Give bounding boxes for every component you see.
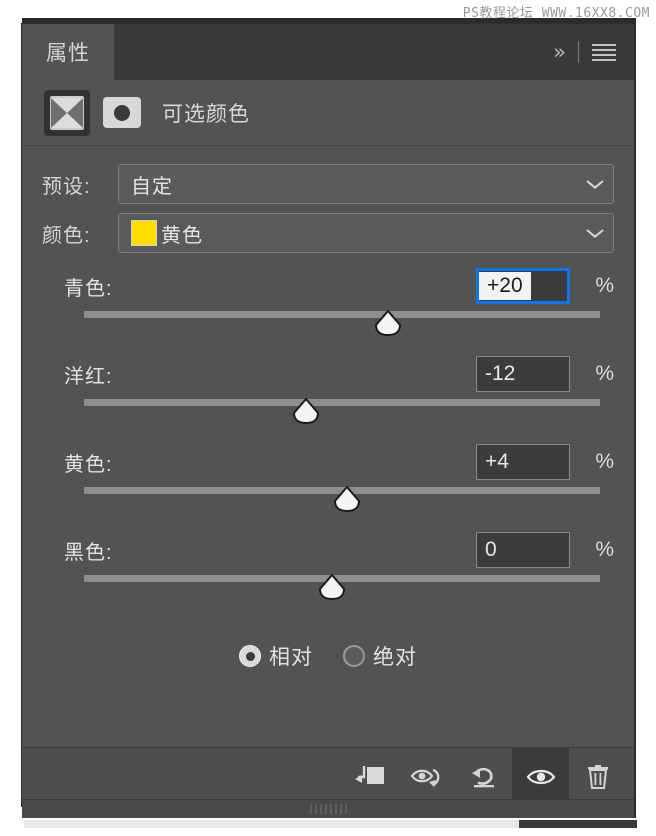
slider-value-input[interactable]: -12: [476, 356, 570, 392]
chevron-down-icon: [587, 180, 603, 189]
slider-label: 黄色:: [64, 453, 113, 476]
view-previous-state-icon: [410, 768, 439, 787]
preset-select[interactable]: 自定: [118, 164, 614, 204]
slider-unit: %: [595, 538, 614, 561]
slider-track-wrap[interactable]: [84, 395, 600, 429]
tabbar-tools: »: [553, 24, 634, 80]
slider-unit: %: [595, 274, 614, 297]
slider-head: 青色: +20%: [42, 267, 614, 305]
radio-relative-label: 相对: [269, 646, 313, 669]
slider-thumb[interactable]: [291, 398, 321, 424]
slider-thumb[interactable]: [373, 310, 403, 336]
slider-thumb[interactable]: [317, 574, 347, 600]
panel-tabbar: 属性 »: [22, 24, 634, 80]
slider-value-text: 0: [485, 538, 497, 561]
radio-relative-dot: [245, 651, 255, 661]
slider-thumb-icon: [375, 310, 402, 336]
slider-value-input[interactable]: +20: [476, 268, 570, 304]
chevron-down-icon: [587, 229, 603, 238]
toolbar-divider: [578, 41, 579, 63]
toggle-visibility-button[interactable]: [512, 748, 569, 806]
slider-head: 黑色: 0%: [42, 531, 614, 569]
slider-unit: %: [595, 450, 614, 473]
preset-value: 自定: [131, 175, 173, 198]
tab-properties[interactable]: 属性: [22, 24, 114, 80]
slider-group: 洋红: -12%: [42, 355, 614, 429]
adjustment-title: 可选颜色: [162, 102, 250, 126]
slider-group: 青色: +20%: [42, 267, 614, 341]
radio-relative-mark: [239, 645, 261, 667]
document-edge-dark: [519, 820, 637, 828]
collapse-panel-button[interactable]: »: [553, 39, 566, 64]
site-watermark: PS教程论坛 WWW.16XX8.COM: [462, 6, 650, 21]
properties-panel: 属性 » 可选颜色 预设: 自定 颜色: 黄色 青色: +20 % 洋红: -1…: [22, 24, 634, 806]
color-value: 黄色: [161, 224, 203, 247]
radio-absolute-mark: [343, 645, 365, 667]
radio-relative[interactable]: 相对: [239, 641, 313, 671]
layer-mask-dot: [114, 104, 130, 121]
slider-thumb[interactable]: [332, 486, 362, 512]
adjustment-header: 可选颜色: [22, 80, 634, 146]
clip-to-layer-icon: [354, 766, 384, 784]
clip-to-layer-button[interactable]: [341, 748, 398, 806]
slider-thumb-icon: [334, 486, 361, 512]
toggle-visibility-eye-icon: [526, 769, 555, 785]
slider-track[interactable]: [84, 311, 600, 318]
preset-label: 预设:: [42, 175, 91, 198]
panel-menu-button[interactable]: [592, 43, 616, 61]
radio-absolute[interactable]: 绝对: [343, 641, 417, 671]
slider-track-wrap[interactable]: [84, 483, 600, 517]
delete-button[interactable]: [569, 748, 626, 806]
slider-value-input[interactable]: +4: [476, 444, 570, 480]
panel-body: 预设: 自定 颜色: 黄色 青色: +20% 洋红: -12% 黄色: +4% 黑色: 0%: [22, 146, 634, 747]
slider-unit: %: [595, 362, 614, 385]
slider-track[interactable]: [84, 399, 600, 406]
hamburger-menu-icon: [592, 43, 616, 61]
panel-footer: [22, 747, 634, 806]
reset-button[interactable]: [455, 748, 512, 806]
panel-resize-gripper[interactable]: [22, 799, 634, 818]
slider-group: 黄色: +4%: [42, 443, 614, 517]
slider-track-wrap[interactable]: [84, 307, 600, 341]
preset-row: 预设: 自定: [42, 164, 614, 204]
bowtie-shape-icon: [51, 97, 83, 128]
slider-list: 青色: +20% 洋红: -12% 黄色: +4% 黑色: 0%: [42, 267, 614, 605]
layer-mask-icon[interactable]: [103, 97, 141, 128]
gripper-lines-icon: [309, 804, 347, 814]
tabbar-spacer: [114, 24, 553, 80]
radio-absolute-label: 绝对: [373, 646, 417, 669]
slider-thumb-icon: [318, 574, 345, 600]
slider-thumb-icon: [292, 398, 319, 424]
selective-color-thumbnail-icon[interactable]: [44, 89, 90, 136]
slider-value-text: +20: [479, 272, 531, 300]
trash-delete-icon: [587, 765, 608, 789]
tab-properties-label: 属性: [46, 42, 90, 65]
slider-value-input[interactable]: 0: [476, 532, 570, 568]
slider-head: 黄色: +4%: [42, 443, 614, 481]
color-label: 颜色:: [42, 224, 91, 247]
slider-label: 黑色:: [64, 541, 113, 564]
slider-head: 洋红: -12%: [42, 355, 614, 393]
view-previous-state-button[interactable]: [398, 748, 455, 806]
slider-label: 洋红:: [64, 365, 113, 388]
reset-icon: [471, 767, 494, 788]
slider-value-text: -12: [485, 362, 516, 385]
adjustment-thumbnail-inner: [50, 95, 84, 130]
document-edge: [24, 820, 519, 828]
color-row: 颜色: 黄色: [42, 213, 614, 253]
slider-track-wrap[interactable]: [84, 571, 600, 605]
slider-label: 青色:: [64, 277, 113, 300]
chevron-double-right-icon: »: [553, 39, 566, 64]
color-select[interactable]: 黄色: [118, 213, 614, 253]
color-swatch: [131, 220, 157, 246]
method-radio-group: 相对 绝对: [42, 641, 614, 671]
slider-value-text: +4: [485, 450, 509, 473]
slider-group: 黑色: 0%: [42, 531, 614, 605]
